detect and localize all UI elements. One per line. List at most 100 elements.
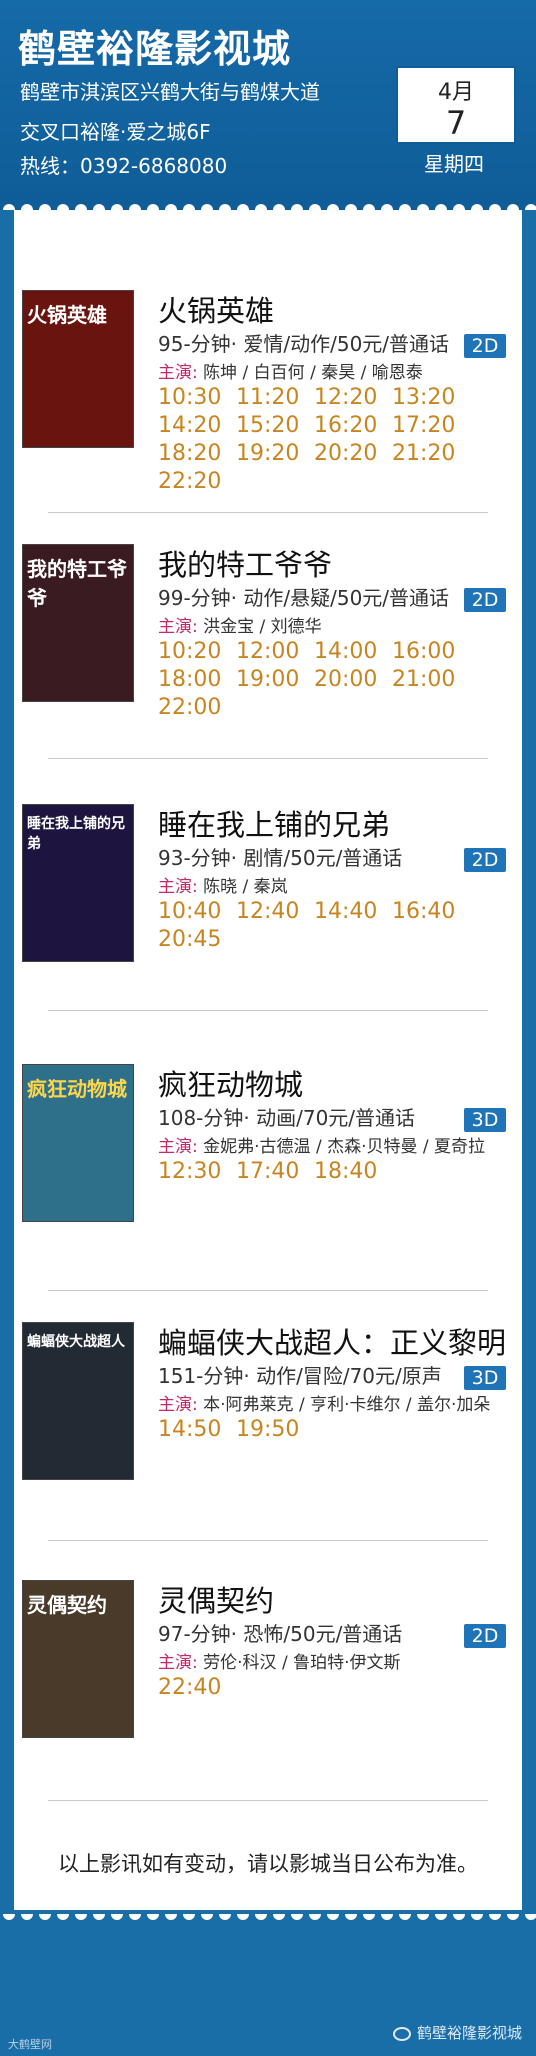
showtimes: 10:40 12:40 14:40 16:40 20:45: [158, 898, 468, 954]
movie-info: 99-分钟· 动作/悬疑/50元/普通话: [158, 586, 450, 610]
movie-title[interactable]: 蝙蝠侠大战超人：正义黎明: [158, 1320, 506, 1362]
showtime[interactable]: 14:50: [158, 1416, 236, 1444]
showtime[interactable]: 12:20: [314, 384, 392, 412]
movie-title[interactable]: 疯狂动物城: [158, 1062, 303, 1104]
perforation-bottom: [0, 1914, 536, 1924]
showtime[interactable]: 12:00: [236, 638, 314, 666]
movie-poster[interactable]: 蝙蝠侠大战超人: [22, 1322, 134, 1480]
source-watermark: 大鹤壁网: [8, 2038, 52, 2051]
movie-title[interactable]: 我的特工爷爷: [158, 542, 332, 584]
movie-info: 151-分钟· 动作/冒险/70元/原声: [158, 1364, 442, 1388]
divider: [48, 1010, 488, 1011]
footer-brand: 鹤壁裕隆影视城: [392, 2022, 522, 2043]
movie-title[interactable]: 灵偶契约: [158, 1578, 274, 1620]
movie-card[interactable]: 火锅英雄 火锅英雄 95-分钟· 爱情/动作/50元/普通话 2D 主演: 陈坤…: [18, 266, 518, 496]
movie-card[interactable]: 睡在我上铺的兄弟 睡在我上铺的兄弟 93-分钟· 剧情/50元/普通话 2D 主…: [18, 780, 518, 1010]
showtimes: 10:20 12:00 14:00 16:00 18:00 19:00 20:0…: [158, 638, 468, 722]
showtime[interactable]: 16:20: [314, 412, 392, 440]
movie-poster[interactable]: 火锅英雄: [22, 290, 134, 448]
showtime[interactable]: 17:40: [236, 1158, 314, 1186]
cinema-name: 鹤壁裕隆影视城: [18, 27, 292, 71]
format-badge: 2D: [464, 334, 506, 358]
showtime[interactable]: 15:20: [236, 412, 314, 440]
divider: [48, 1290, 488, 1291]
listing-panel: 火锅英雄 火锅英雄 95-分钟· 爱情/动作/50元/普通话 2D 主演: 陈坤…: [14, 210, 522, 1910]
movie-poster[interactable]: 睡在我上铺的兄弟: [22, 804, 134, 962]
movie-info: 108-分钟· 动画/70元/普通话: [158, 1106, 416, 1130]
movie-card[interactable]: 疯狂动物城 疯狂动物城 108-分钟· 动画/70元/普通话 3D 主演: 金妮…: [18, 1040, 518, 1270]
showtime[interactable]: 10:20: [158, 638, 236, 666]
movie-cast: 主演: 本·阿弗莱克 / 亨利·卡维尔 / 盖尔·加朵: [158, 1390, 490, 1415]
showtime[interactable]: 14:00: [314, 638, 392, 666]
cast-names: 陈坤 / 白百何 / 秦昊 / 喻恩泰: [203, 363, 423, 383]
movie-card[interactable]: 我的特工爷爷 我的特工爷爷 99-分钟· 动作/悬疑/50元/普通话 2D 主演…: [18, 520, 518, 750]
showtime[interactable]: 13:20: [392, 384, 470, 412]
showtime[interactable]: 22:00: [158, 694, 236, 722]
showtime[interactable]: 21:20: [392, 440, 470, 468]
cast-names: 洪金宝 / 刘德华: [203, 617, 322, 637]
showtime[interactable]: 21:00: [392, 666, 470, 694]
address-line-1: 鹤壁市淇滨区兴鹤大街与鹤煤大道: [20, 80, 320, 104]
movie-title[interactable]: 睡在我上铺的兄弟: [158, 802, 390, 844]
cast-label: 主演:: [158, 1653, 198, 1673]
footer: 大鹤壁网 鹤壁裕隆影视城: [0, 1924, 536, 2056]
showtimes: 12:30 17:40 18:40: [158, 1158, 468, 1186]
showtime[interactable]: 18:20: [158, 440, 236, 468]
showtime[interactable]: 19:50: [236, 1416, 314, 1444]
hotline: 热线：0392-6868080: [20, 154, 228, 178]
poster-title-text: 灵偶契约: [27, 1593, 107, 1617]
divider: [48, 1540, 488, 1541]
showtime[interactable]: 20:00: [314, 666, 392, 694]
cast-names: 陈晓 / 秦岚: [203, 877, 288, 897]
date-day: 7: [445, 104, 467, 142]
movie-cast: 主演: 陈晓 / 秦岚: [158, 872, 288, 897]
showtime[interactable]: 19:20: [236, 440, 314, 468]
movie-card[interactable]: 灵偶契约 灵偶契约 97-分钟· 恐怖/50元/普通话 2D 主演: 劳伦·科汉…: [18, 1556, 518, 1786]
showtime[interactable]: 17:20: [392, 412, 470, 440]
showtime[interactable]: 20:45: [158, 926, 236, 954]
format-badge: 2D: [464, 848, 506, 872]
date-box: 4月 7: [396, 66, 516, 144]
cast-label: 主演:: [158, 1395, 198, 1415]
showtime[interactable]: 18:40: [314, 1158, 392, 1186]
format-badge: 3D: [464, 1108, 506, 1132]
movie-card[interactable]: 蝙蝠侠大战超人 蝙蝠侠大战超人：正义黎明 151-分钟· 动作/冒险/70元/原…: [18, 1298, 518, 1528]
showtime[interactable]: 22:40: [158, 1674, 236, 1702]
perforation-top: [0, 200, 536, 210]
showtime[interactable]: 10:40: [158, 898, 236, 926]
showtime[interactable]: 14:40: [314, 898, 392, 926]
format-badge: 2D: [464, 588, 506, 612]
date-month: 4月: [438, 80, 474, 105]
date-weekday: 星期四: [424, 152, 484, 176]
showtimes: 22:40: [158, 1674, 468, 1702]
showtime[interactable]: 16:00: [392, 638, 470, 666]
showtime[interactable]: 19:00: [236, 666, 314, 694]
showtime[interactable]: 10:30: [158, 384, 236, 412]
showtimes: 10:30 11:20 12:20 13:20 14:20 15:20 16:2…: [158, 384, 468, 496]
header: 鹤壁裕隆影视城 鹤壁市淇滨区兴鹤大街与鹤煤大道 交叉口裕隆·爱之城6F 热线：0…: [0, 0, 536, 200]
showtime[interactable]: 20:20: [314, 440, 392, 468]
movie-poster[interactable]: 我的特工爷爷: [22, 544, 134, 702]
showtime[interactable]: 12:40: [236, 898, 314, 926]
format-badge: 3D: [464, 1366, 506, 1390]
movie-title[interactable]: 火锅英雄: [158, 288, 274, 330]
showtime[interactable]: 12:30: [158, 1158, 236, 1186]
cast-names: 劳伦·科汉 / 鲁珀特·伊文斯: [203, 1653, 401, 1673]
showtime[interactable]: 18:00: [158, 666, 236, 694]
poster-title-text: 睡在我上铺的兄弟: [27, 816, 125, 852]
movie-poster[interactable]: 疯狂动物城: [22, 1064, 134, 1222]
showtime[interactable]: 11:20: [236, 384, 314, 412]
showtimes: 14:50 19:50: [158, 1416, 468, 1444]
cast-label: 主演:: [158, 363, 198, 383]
showtime[interactable]: 16:40: [392, 898, 470, 926]
movie-poster[interactable]: 灵偶契约: [22, 1580, 134, 1738]
movie-info: 97-分钟· 恐怖/50元/普通话: [158, 1622, 403, 1646]
showtime[interactable]: 14:20: [158, 412, 236, 440]
cast-label: 主演:: [158, 1137, 198, 1157]
schedule-notice: 以上影讯如有变动，请以影城当日公布为准。: [58, 1852, 478, 1876]
movie-cast: 主演: 陈坤 / 白百何 / 秦昊 / 喻恩泰: [158, 358, 423, 383]
poster-title-text: 我的特工爷爷: [27, 557, 127, 610]
showtime[interactable]: 22:20: [158, 468, 236, 496]
cast-names: 本·阿弗莱克 / 亨利·卡维尔 / 盖尔·加朵: [203, 1395, 491, 1415]
cast-label: 主演:: [158, 877, 198, 897]
